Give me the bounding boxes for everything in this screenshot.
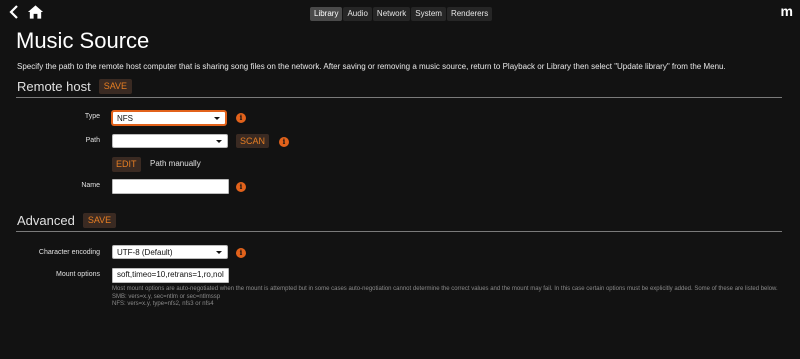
remote-host-save-button[interactable]: SAVE — [98, 79, 133, 94]
tab-system[interactable]: System — [411, 7, 446, 21]
edit-path-button[interactable]: EDIT — [112, 157, 141, 172]
path-label: Path — [85, 137, 100, 144]
info-icon[interactable]: i — [279, 137, 289, 147]
help-text-line: NFS: vers=x.y, type=nfs2, nfs3 or nfs4 — [112, 301, 214, 308]
remote-host-heading: Remote host — [17, 79, 91, 94]
info-icon[interactable]: i — [236, 182, 246, 192]
nav-tabs: Library Audio Network System Renderers — [310, 7, 493, 21]
section-divider — [16, 97, 782, 98]
advanced-save-button[interactable]: SAVE — [82, 213, 117, 228]
mount-options-input[interactable]: soft,timeo=10,retrans=1,ro,nol — [112, 268, 229, 283]
name-label: Name — [81, 182, 100, 189]
character-encoding-label: Character encoding — [38, 249, 100, 256]
advanced-heading: Advanced — [17, 213, 75, 228]
page-description: Specify the path to the remote host comp… — [17, 62, 726, 71]
home-icon[interactable] — [27, 4, 44, 20]
type-value: NFS — [117, 114, 133, 123]
path-select[interactable] — [112, 134, 228, 148]
scan-button[interactable]: SCAN — [236, 134, 270, 148]
help-text-line: SMB: vers=x.y, sec=ntlm or sec=ntlmssp — [112, 293, 221, 300]
help-text-line: Most mount options are auto-negotiated w… — [112, 286, 778, 292]
tab-renderers[interactable]: Renderers — [446, 7, 493, 21]
chevron-down-icon — [216, 251, 222, 254]
mount-options-help: Most mount options are auto-negotiated w… — [112, 286, 782, 309]
brand-icon[interactable]: m — [781, 3, 793, 19]
character-encoding-value: UTF-8 (Default) — [117, 248, 173, 257]
character-encoding-select[interactable]: UTF-8 (Default) — [112, 245, 228, 259]
type-label: Type — [84, 113, 100, 120]
path-manually-label: Path manually — [150, 159, 201, 168]
top-bar: Library Audio Network System Renderers m — [0, 0, 800, 26]
page-title: Music Source — [16, 28, 150, 53]
mount-options-label: Mount options — [56, 271, 100, 278]
type-select[interactable]: NFS — [112, 111, 226, 125]
info-icon[interactable]: i — [236, 248, 246, 258]
info-icon[interactable]: i — [236, 113, 246, 123]
tab-network[interactable]: Network — [372, 7, 411, 21]
back-icon[interactable] — [7, 4, 23, 20]
remote-host-header: Remote host SAVE — [17, 79, 133, 94]
tab-library[interactable]: Library — [310, 7, 343, 21]
advanced-header: Advanced SAVE — [17, 213, 117, 228]
name-input[interactable] — [112, 179, 229, 194]
section-divider — [16, 231, 782, 232]
chevron-down-icon — [214, 117, 220, 120]
tab-audio[interactable]: Audio — [343, 7, 372, 21]
chevron-down-icon — [216, 140, 222, 143]
